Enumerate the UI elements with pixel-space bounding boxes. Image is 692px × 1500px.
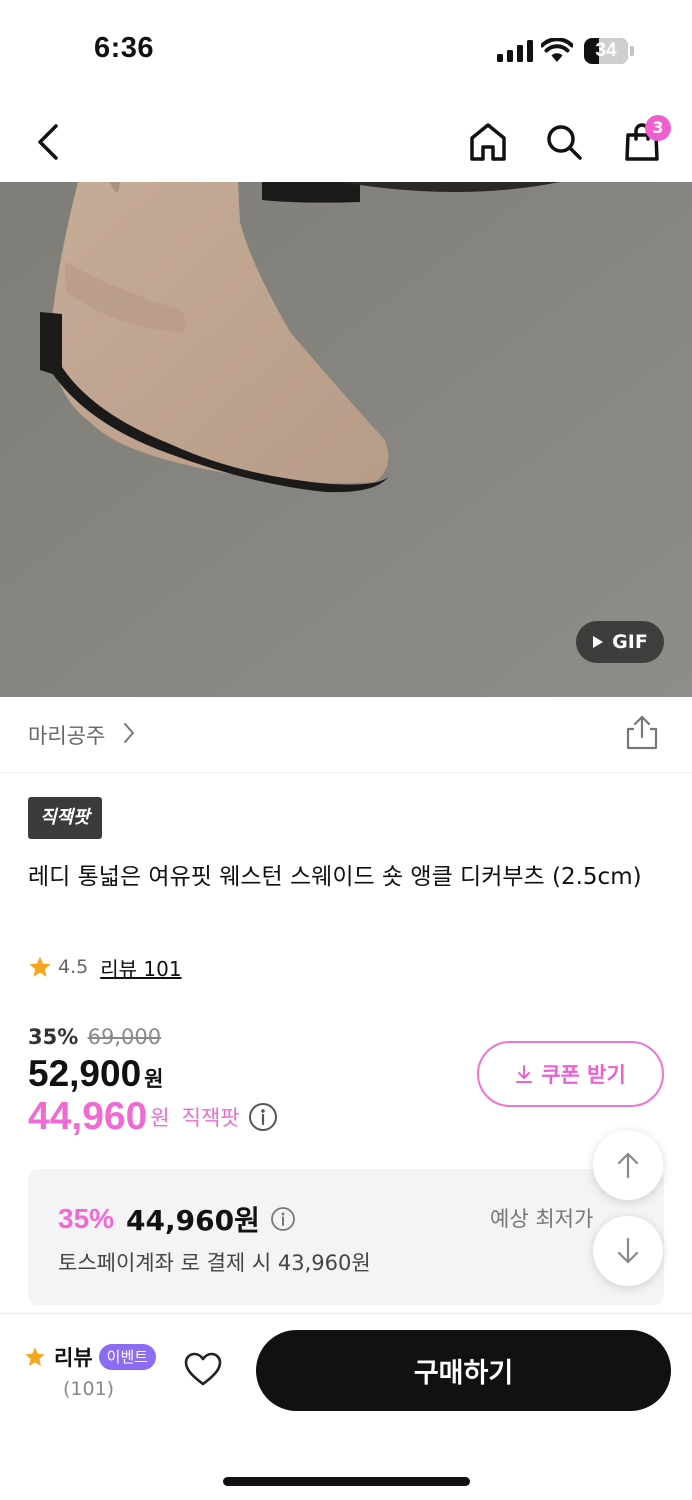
lowest-price: 44,960원: [126, 1204, 260, 1237]
product-title: 레디 통넓은 여유핏 웨스턴 스웨이드 숏 앵클 디커부츠 (2.5cm): [28, 864, 642, 890]
member-currency-label: 원: [150, 1106, 170, 1130]
scroll-bottom-button[interactable]: [593, 1216, 663, 1286]
currency-label: 원: [144, 1067, 164, 1091]
download-icon: [516, 1065, 533, 1083]
review-summary[interactable]: 리뷰 이벤트: [24, 1342, 157, 1372]
rating-row: 4.5 리뷰 101: [28, 952, 182, 982]
nav-bar: [0, 100, 692, 182]
home-indicator: [223, 1477, 470, 1486]
discount-row: 35% 69,000: [28, 1025, 161, 1049]
member-price: 44,960: [28, 1095, 148, 1138]
gif-label: GIF: [612, 631, 648, 653]
status-bar: 6:36 34: [0, 0, 692, 100]
shop-row: 마리공주: [0, 697, 692, 773]
share-icon[interactable]: [624, 713, 660, 751]
product-image[interactable]: [0, 182, 692, 697]
discount-percent: 35%: [28, 1025, 79, 1049]
original-price: 69,000: [87, 1025, 162, 1049]
star-icon: [25, 1347, 45, 1366]
cart-count-badge: 3: [645, 115, 671, 141]
wifi-icon: [541, 38, 573, 62]
search-button[interactable]: [540, 118, 588, 166]
event-badge: 이벤트: [98, 1344, 157, 1370]
cellular-signal-icon: [497, 40, 533, 62]
battery-icon: 34: [584, 38, 634, 64]
arrow-up-icon: [617, 1152, 639, 1179]
sale-price: 52,900: [28, 1053, 142, 1094]
home-icon: [470, 123, 506, 161]
coupon-label: 쿠폰 받기: [541, 1063, 626, 1087]
info-icon[interactable]: [248, 1102, 278, 1132]
search-icon: [547, 125, 582, 160]
review-label: 리뷰: [54, 1346, 93, 1370]
lowest-discount: 35%: [58, 1203, 115, 1234]
payment-note: 토스페이계좌 로 결제 시 43,960원: [58, 1251, 371, 1275]
buy-button[interactable]: 구매하기: [256, 1330, 671, 1411]
member-price-row: 44,960 원 직잭팟: [28, 1095, 278, 1139]
status-time: 6:36: [94, 32, 155, 64]
battery-level: 34: [595, 40, 617, 61]
lowest-price-box[interactable]: 35% 44,960원 예상 최저가 토스페이계좌 로 결제 시 43,960원: [28, 1169, 664, 1305]
lowest-price-line: 35% 44,960원: [58, 1199, 296, 1239]
review-count: (101): [63, 1378, 115, 1400]
review-link[interactable]: 리뷰 101: [100, 953, 181, 982]
play-icon: [593, 636, 604, 648]
heart-icon[interactable]: [183, 1351, 223, 1387]
sale-price-row: 52,900 원: [28, 1053, 164, 1095]
home-button[interactable]: [464, 118, 512, 166]
scroll-top-button[interactable]: [593, 1130, 663, 1200]
bottom-action-bar: 리뷰 이벤트 (101) 구매하기: [0, 1313, 692, 1500]
coupon-download-button[interactable]: 쿠폰 받기: [477, 1041, 664, 1107]
chevron-right-icon: [124, 723, 134, 743]
member-price-label: 직잭팟: [181, 1106, 240, 1130]
arrow-down-icon: [617, 1237, 639, 1264]
lowest-price-label: 예상 최저가: [490, 1207, 594, 1231]
boot-photo: [0, 182, 692, 697]
product-tag: 직잭팟: [28, 797, 102, 839]
shop-name-link[interactable]: 마리공주: [28, 720, 105, 750]
star-icon: [29, 956, 51, 977]
gif-badge[interactable]: GIF: [576, 621, 664, 663]
chevron-left-icon: [38, 124, 58, 160]
rating-value: 4.5: [58, 956, 89, 978]
info-icon[interactable]: [270, 1206, 296, 1232]
back-button[interactable]: [24, 118, 72, 166]
